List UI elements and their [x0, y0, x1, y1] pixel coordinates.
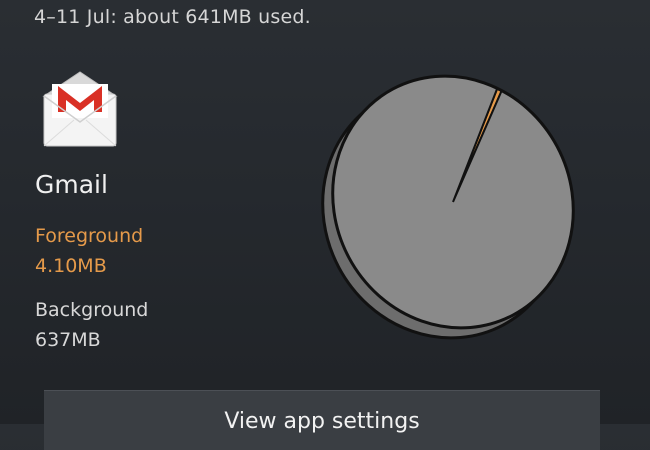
foreground-label: Foreground	[35, 225, 144, 247]
app-name: Gmail	[35, 170, 108, 199]
background-label: Background	[35, 299, 149, 321]
foreground-value: 4.10MB	[35, 255, 107, 277]
gmail-icon	[42, 71, 118, 147]
background-value: 637MB	[35, 329, 101, 351]
view-app-settings-label: View app settings	[224, 409, 420, 434]
usage-summary: 4–11 Jul: about 641MB used.	[34, 6, 311, 28]
usage-pie-chart	[321, 74, 575, 340]
view-app-settings-button[interactable]: View app settings	[44, 390, 600, 450]
pie-slice-background	[331, 75, 575, 329]
